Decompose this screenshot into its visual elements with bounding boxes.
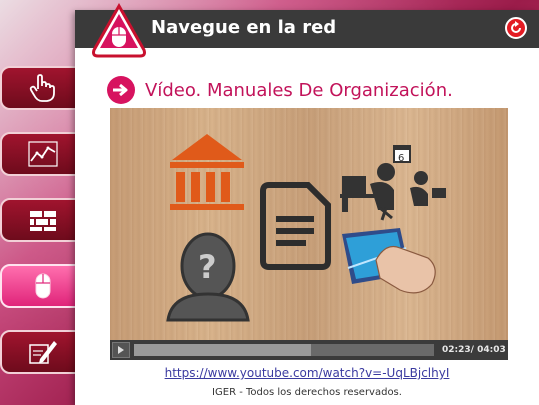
chart-icon bbox=[28, 141, 58, 167]
refresh-icon bbox=[511, 21, 521, 33]
main-panel: Navegue en la red Vídeo. Manuales De Org… bbox=[75, 2, 539, 405]
svg-text:6: 6 bbox=[398, 153, 404, 164]
refresh-button[interactable] bbox=[505, 17, 527, 39]
video-player[interactable]: ? 6 bbox=[110, 108, 508, 340]
hand-pointer-icon bbox=[29, 74, 55, 102]
video-link[interactable]: https://www.youtube.com/watch?v=-UqLBjcl… bbox=[75, 366, 539, 380]
play-icon bbox=[118, 346, 124, 354]
document-icon bbox=[260, 182, 331, 270]
video-time: 02:23/ 04:03 bbox=[442, 345, 506, 355]
section-subtitle: Vídeo. Manuales De Organización. bbox=[145, 79, 453, 101]
touch-screen-icon bbox=[342, 228, 436, 294]
sidebar-item-mouse[interactable] bbox=[0, 264, 86, 308]
copyright-footer: IGER - Todos los derechos reservados. bbox=[212, 387, 402, 398]
building-icon bbox=[170, 134, 244, 210]
section-badge-mouse-icon bbox=[92, 2, 146, 58]
section-heading: Vídeo. Manuales De Organización. bbox=[107, 76, 453, 104]
current-time: 02:23 bbox=[442, 345, 471, 355]
sidebar-item-hand[interactable] bbox=[0, 66, 86, 110]
page-title: Navegue en la red bbox=[151, 17, 337, 38]
person-question-icon: ? bbox=[166, 232, 250, 322]
pencil-document-icon bbox=[29, 341, 57, 364]
sidebar-item-chart[interactable] bbox=[0, 132, 86, 176]
progress-bar[interactable] bbox=[134, 344, 434, 356]
sidebar-item-bricks[interactable] bbox=[0, 198, 86, 242]
progress-fill bbox=[134, 344, 311, 356]
svg-text:?: ? bbox=[198, 248, 217, 286]
arrow-right-icon bbox=[107, 76, 135, 104]
mouse-icon bbox=[35, 273, 51, 299]
sidebar-item-pencil[interactable] bbox=[0, 330, 86, 374]
office-workers-icon: 6 bbox=[340, 145, 446, 221]
play-button[interactable] bbox=[112, 342, 130, 358]
video-controls: 02:23/ 04:03 bbox=[110, 340, 508, 360]
video-frame: ? 6 bbox=[166, 134, 446, 322]
bricks-icon bbox=[30, 211, 56, 231]
duration: 04:03 bbox=[477, 345, 506, 355]
